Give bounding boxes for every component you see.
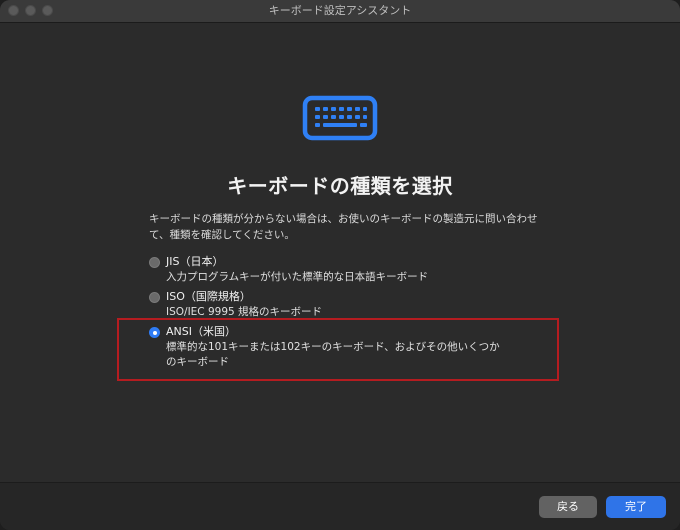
option-title-iso: ISO（国際規格） <box>166 290 251 303</box>
footer-bar: 戻る 完了 <box>0 482 680 530</box>
title-bar: キーボード設定アシスタント <box>0 0 680 23</box>
radio-button-jis[interactable] <box>149 257 160 268</box>
done-button[interactable]: 完了 <box>606 496 666 518</box>
radio-button-iso[interactable] <box>149 292 160 303</box>
option-description-jis: 入力プログラムキーが付いた標準的な日本語キーボード <box>166 271 429 283</box>
page-heading: キーボードの種類を選択 <box>227 174 453 198</box>
back-button[interactable]: 戻る <box>539 496 597 518</box>
keyboard-setup-assistant-window: キーボード設定アシスタント キーボードの種類を選択 キーボードの種類が分からない… <box>0 0 680 530</box>
window-title: キーボード設定アシスタント <box>268 4 412 17</box>
option-title-jis: JIS（日本） <box>166 255 224 268</box>
option-iso[interactable]: ISO（国際規格） ISO/IEC 9995 規格のキーボード <box>149 289 549 319</box>
selection-highlight-box <box>117 318 559 381</box>
option-jis[interactable]: JIS（日本） 入力プログラムキーが付いた標準的な日本語キーボード <box>149 254 549 284</box>
keyboard-icon <box>302 95 378 145</box>
instructions-text: キーボードの種類が分からない場合は、お使いのキーボードの製造元に問い合わせて、種… <box>149 213 538 241</box>
